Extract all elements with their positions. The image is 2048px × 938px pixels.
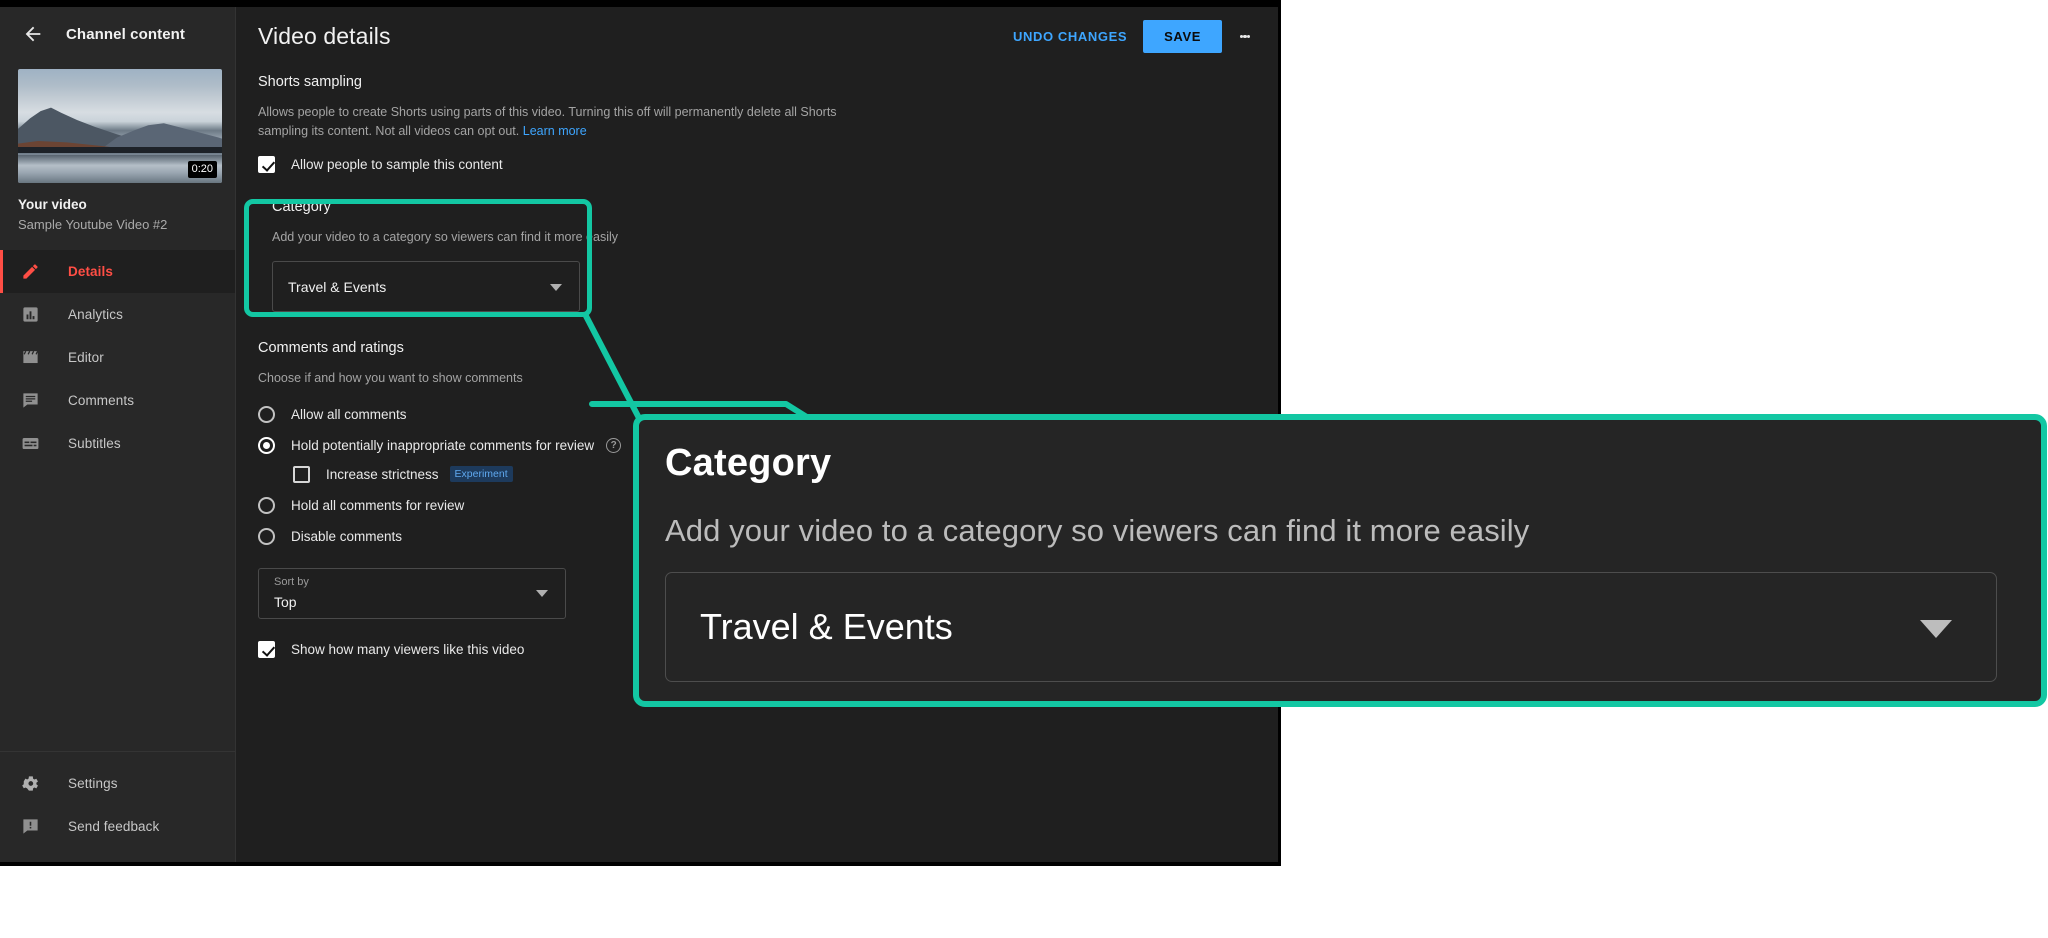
radio-hold-inappropriate[interactable]: [258, 436, 275, 454]
sidebar-item-label: Details: [68, 264, 113, 279]
video-thumbnail[interactable]: 0:20: [18, 69, 222, 183]
sidebar-header: Channel content: [0, 7, 235, 61]
chevron-down-icon: [1920, 620, 1952, 638]
sidebar-item-label: Analytics: [68, 307, 123, 322]
comment-option-label: Disable comments: [291, 528, 403, 544]
subtitles-icon: [19, 433, 41, 455]
kebab-menu-icon[interactable]: [1232, 24, 1258, 50]
radio-hold-all-comments[interactable]: [258, 496, 275, 514]
sidebar-item-label: Editor: [68, 350, 104, 365]
category-selected-value: Travel & Events: [288, 278, 387, 295]
sidebar-item-editor[interactable]: Editor: [0, 336, 235, 379]
callout-category-title: Category: [665, 442, 832, 484]
gear-icon: [19, 773, 41, 795]
sidebar-item-label: Subtitles: [68, 436, 121, 451]
bar-chart-icon: [19, 304, 41, 326]
comment-icon: [19, 390, 41, 412]
shorts-sampling-title: Shorts sampling: [258, 74, 362, 90]
comments-title: Comments and ratings: [258, 340, 404, 357]
sidebar-item-comments[interactable]: Comments: [0, 379, 235, 422]
sidebar-nav: Details Analytics Editor Comments Subtit…: [0, 250, 235, 465]
allow-sampling-row[interactable]: Allow people to sample this content: [258, 155, 1278, 173]
callout-content: Category Add your video to a category so…: [639, 420, 2041, 682]
sidebar-item-label: Send feedback: [68, 819, 160, 834]
chevron-down-icon: [550, 283, 562, 291]
callout-category-select[interactable]: Travel & Events: [665, 572, 1997, 682]
sort-by-select[interactable]: Sort by Top: [258, 567, 566, 619]
undo-changes-button[interactable]: UNDO CHANGES: [1001, 21, 1139, 52]
sidebar: Channel content 0:20 Your video Sample Y…: [0, 7, 236, 862]
page-title: Video details: [258, 23, 391, 49]
sort-by-label: Sort by: [274, 575, 309, 588]
radio-allow-all-comments[interactable]: [258, 405, 275, 423]
pencil-icon: [19, 261, 41, 283]
allow-sampling-label: Allow people to sample this content: [291, 156, 503, 172]
video-duration-badge: 0:20: [187, 161, 217, 178]
comment-option-label: Hold all comments for review: [291, 497, 465, 513]
callout-category-description: Add your video to a category so viewers …: [665, 513, 1530, 548]
experiment-badge: Experiment: [449, 466, 513, 482]
video-label: Your video: [18, 197, 87, 212]
help-circle-icon[interactable]: ?: [606, 437, 622, 453]
sidebar-item-analytics[interactable]: Analytics: [0, 293, 235, 336]
category-title: Category: [272, 198, 331, 215]
category-select[interactable]: Travel & Events: [272, 261, 580, 313]
back-arrow-icon[interactable]: [22, 23, 44, 45]
page-header: Video details UNDO CHANGES SAVE: [236, 7, 1278, 66]
allow-sampling-checkbox[interactable]: [258, 155, 275, 173]
callout-category-selected-value: Travel & Events: [700, 606, 953, 647]
sort-by-value: Top: [274, 593, 297, 610]
shorts-sampling-section: Shorts sampling Allows people to create …: [258, 74, 1278, 173]
comment-option-label: Allow all comments: [291, 406, 407, 422]
category-callout-panel: Category Add your video to a category so…: [633, 414, 2047, 707]
chevron-down-icon: [536, 590, 548, 597]
category-description: Add your video to a category so viewers …: [272, 229, 619, 244]
radio-disable-comments[interactable]: [258, 527, 275, 545]
show-likes-checkbox[interactable]: [258, 640, 275, 658]
learn-more-link[interactable]: Learn more: [523, 124, 587, 138]
sidebar-item-label: Comments: [68, 393, 135, 408]
sidebar-bottom-nav: Settings Send feedback: [0, 751, 235, 862]
comment-option-label: Hold potentially inappropriate comments …: [291, 437, 595, 453]
shorts-sampling-description: Allows people to create Shorts using par…: [258, 103, 878, 142]
sidebar-header-title: Channel content: [66, 25, 186, 43]
feedback-icon: [19, 816, 41, 838]
comments-description: Choose if and how you want to show comme…: [258, 371, 523, 386]
show-likes-label: Show how many viewers like this video: [291, 641, 525, 657]
sidebar-item-subtitles[interactable]: Subtitles: [0, 422, 235, 465]
clapperboard-icon: [19, 347, 41, 369]
sidebar-item-settings[interactable]: Settings: [0, 762, 235, 805]
sidebar-item-label: Settings: [68, 776, 118, 791]
increase-strictness-checkbox[interactable]: [293, 465, 310, 483]
increase-strictness-label: Increase strictness: [326, 466, 439, 482]
sidebar-item-send-feedback[interactable]: Send feedback: [0, 805, 235, 848]
save-button[interactable]: SAVE: [1143, 20, 1222, 53]
video-title: Sample Youtube Video #2: [18, 217, 168, 232]
sidebar-item-details[interactable]: Details: [0, 250, 235, 293]
category-section: Category Add your video to a category so…: [258, 198, 1278, 313]
